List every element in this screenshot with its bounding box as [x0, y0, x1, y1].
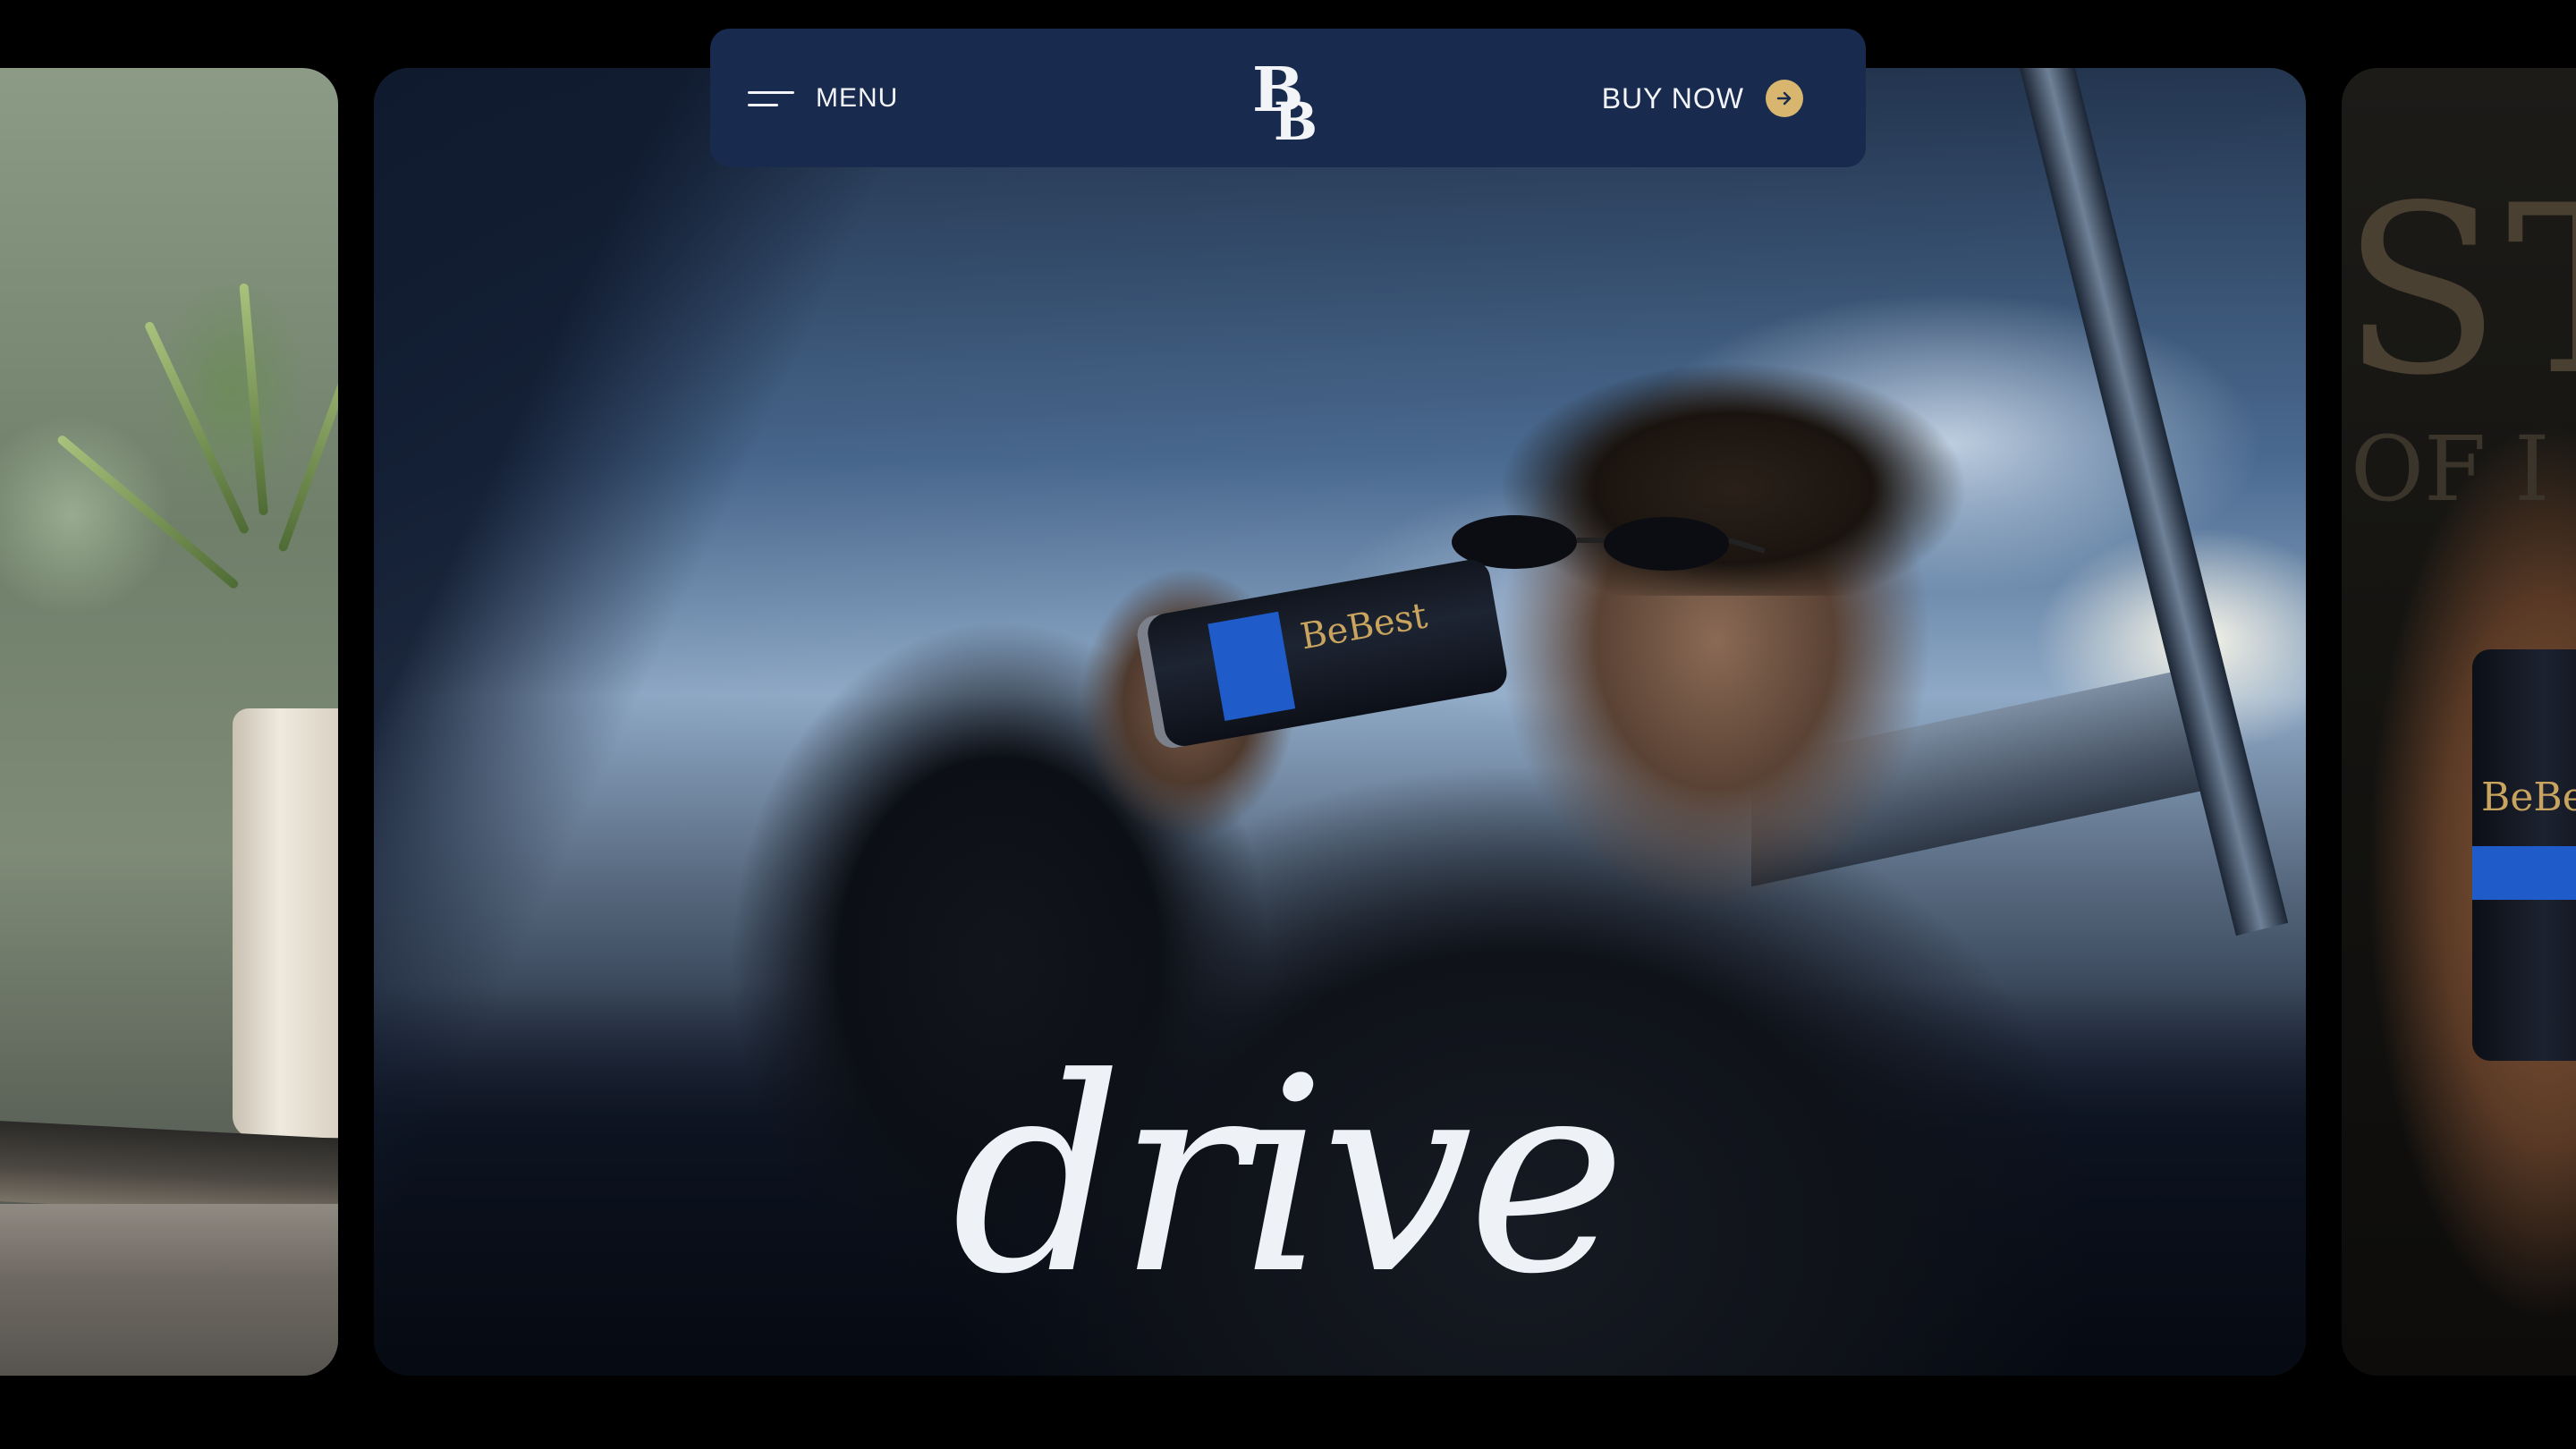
- arrow-right-icon: [1766, 80, 1803, 117]
- menu-label: MENU: [816, 83, 899, 113]
- logo-icon[interactable]: B B: [1250, 55, 1326, 145]
- buy-now-label: BUY NOW: [1601, 81, 1744, 114]
- site-header: MENU B B BUY NOW: [710, 29, 1866, 167]
- slide-current: BeBest drive: [374, 68, 2306, 1376]
- buy-now-button[interactable]: BUY NOW: [1602, 73, 1803, 123]
- plant-leaf: [239, 283, 268, 516]
- plant-leaf: [143, 320, 250, 536]
- energy-can: BeBest: [2472, 649, 2576, 1061]
- svg-text:B: B: [1274, 91, 1318, 145]
- slide-next[interactable]: ST OF I BeBest: [2342, 68, 2576, 1376]
- desk-surface: [0, 1204, 338, 1376]
- slide-previous[interactable]: [0, 68, 338, 1376]
- can-blue-band: [2472, 846, 2576, 900]
- menu-button[interactable]: MENU: [748, 73, 898, 123]
- background-sign-subtext: OF I: [2351, 417, 2550, 521]
- page: BeBest drive ST OF I BeBest MENU B B BUY…: [0, 0, 2576, 1449]
- can-blue-band: [1208, 611, 1296, 722]
- can-brand-label: BeBest: [2481, 775, 2576, 820]
- sunglasses: [1452, 515, 1765, 571]
- plant-pot: [233, 708, 338, 1138]
- hero-word: drive: [951, 1021, 1626, 1333]
- plant-leaf: [277, 330, 338, 553]
- can-brand-label: BeBest: [1297, 595, 1431, 658]
- menu-icon: [748, 88, 794, 109]
- background-sign-text: ST: [2342, 157, 2576, 427]
